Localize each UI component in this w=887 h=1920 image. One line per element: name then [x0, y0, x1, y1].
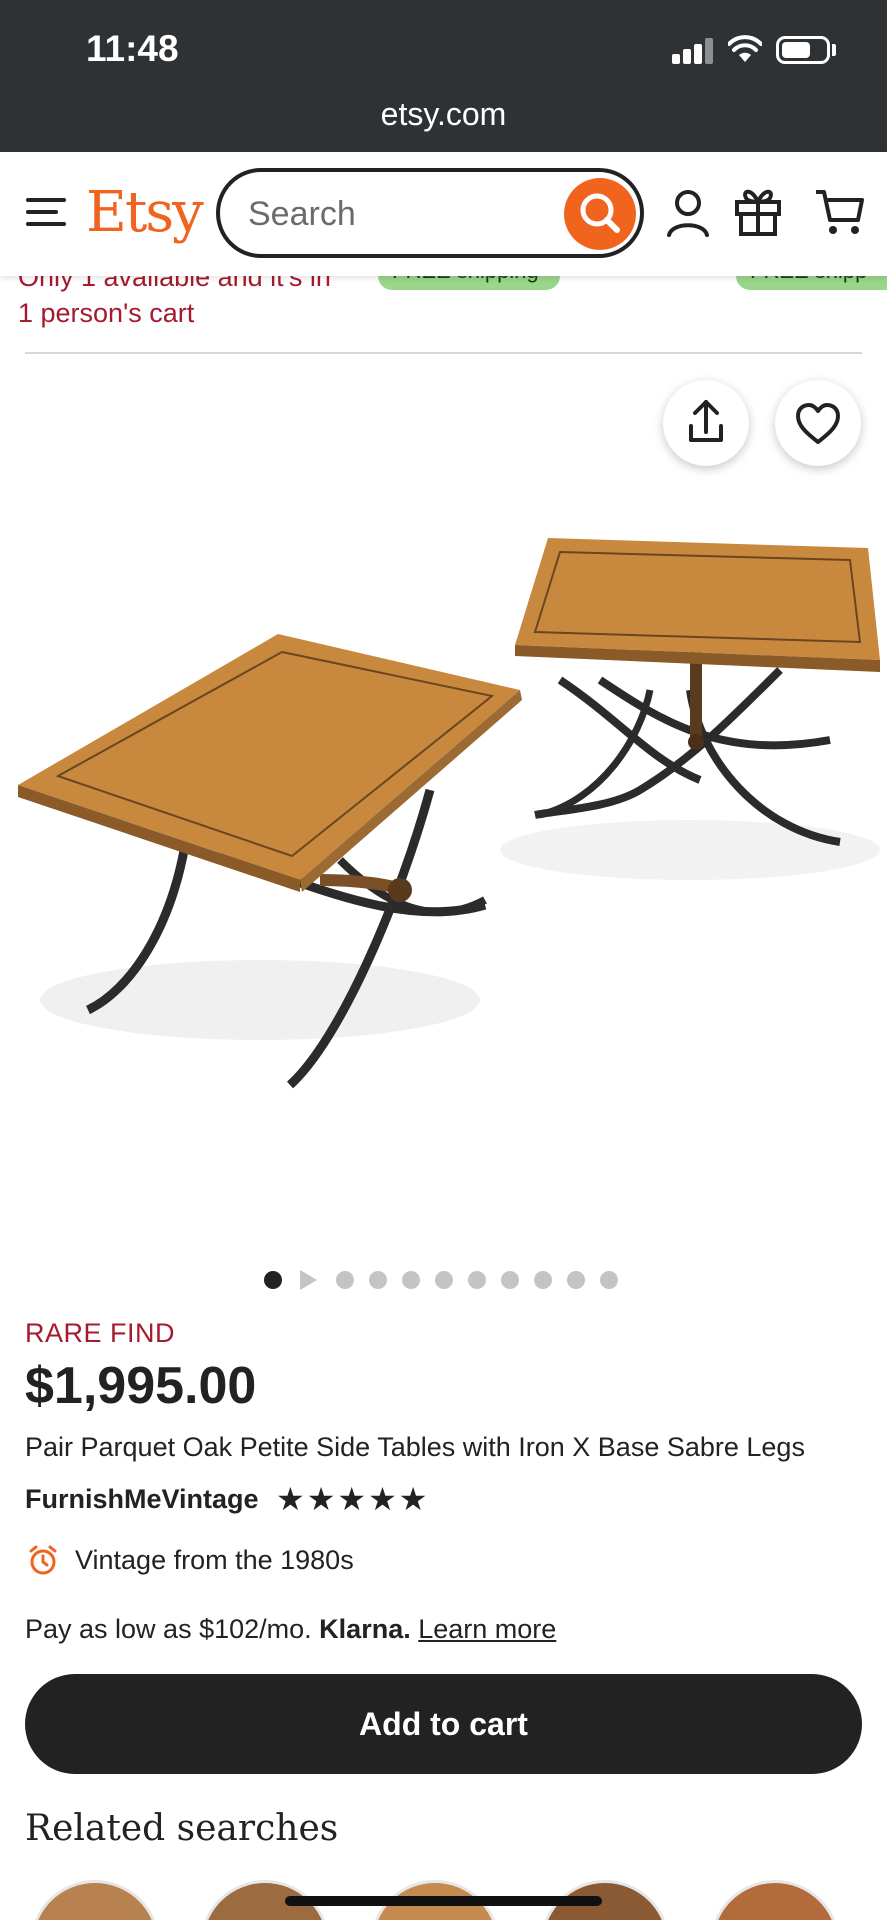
home-indicator [285, 1896, 602, 1906]
rare-find-badge: RARE FIND [25, 1318, 176, 1348]
site-header: Etsy [0, 152, 887, 276]
carousel-dot[interactable] [600, 1271, 618, 1289]
alarm-clock-icon [29, 1545, 57, 1575]
carousel-dot[interactable] [336, 1271, 354, 1289]
cart-notice: 1 person's cart [18, 298, 195, 328]
rating-stars[interactable]: ★★★★★ [276, 1480, 429, 1518]
cellular-signal-icon [672, 38, 714, 64]
carousel-dot[interactable] [468, 1271, 486, 1289]
browser-status-bar: 11:48 etsy.com [0, 0, 887, 152]
carousel-dot[interactable] [501, 1271, 519, 1289]
gift-icon[interactable] [734, 184, 782, 236]
menu-icon[interactable] [26, 196, 66, 228]
carousel-dot[interactable] [567, 1271, 585, 1289]
shop-name-link[interactable]: FurnishMeVintage [25, 1484, 259, 1515]
klarna-financing: Pay as low as $102/mo. Klarna. Learn mor… [25, 1614, 556, 1645]
heart-icon [796, 403, 840, 444]
carousel-dot[interactable] [534, 1271, 552, 1289]
divider [25, 352, 862, 354]
vintage-info: Vintage from the 1980s [75, 1545, 354, 1575]
carousel-dot[interactable] [369, 1271, 387, 1289]
cart-icon[interactable] [814, 186, 866, 238]
carousel-dot[interactable] [435, 1271, 453, 1289]
product-title: Pair Parquet Oak Petite Side Tables with… [25, 1432, 805, 1462]
carousel-dot[interactable] [264, 1271, 282, 1289]
search-button[interactable] [564, 178, 636, 250]
related-searches-heading: Related searches [25, 1808, 339, 1849]
video-play-icon[interactable] [300, 1270, 317, 1290]
related-search-thumbnail[interactable] [710, 1880, 840, 1920]
financing-text: Pay as low as $102/mo. [25, 1614, 312, 1644]
share-button[interactable] [663, 380, 749, 466]
search-input[interactable] [248, 192, 548, 236]
search-bar[interactable] [216, 168, 644, 258]
search-icon [580, 193, 620, 233]
user-icon[interactable] [666, 188, 710, 238]
wifi-icon [728, 35, 762, 62]
url-display[interactable]: etsy.com [0, 96, 887, 133]
image-carousel-dots [264, 1268, 634, 1292]
add-to-cart-button[interactable]: Add to cart [25, 1674, 862, 1774]
related-search-thumbnail[interactable] [30, 1880, 160, 1920]
etsy-logo[interactable]: Etsy [86, 180, 204, 245]
product-image[interactable] [0, 360, 887, 1230]
klarna-brand: Klarna. [319, 1614, 411, 1644]
price: $1,995.00 [25, 1357, 257, 1415]
carousel-dot[interactable] [402, 1271, 420, 1289]
favorite-button[interactable] [775, 380, 861, 466]
learn-more-link[interactable]: Learn more [418, 1614, 556, 1644]
status-time: 11:48 [86, 28, 179, 69]
battery-icon [776, 36, 830, 64]
share-icon [689, 400, 723, 442]
